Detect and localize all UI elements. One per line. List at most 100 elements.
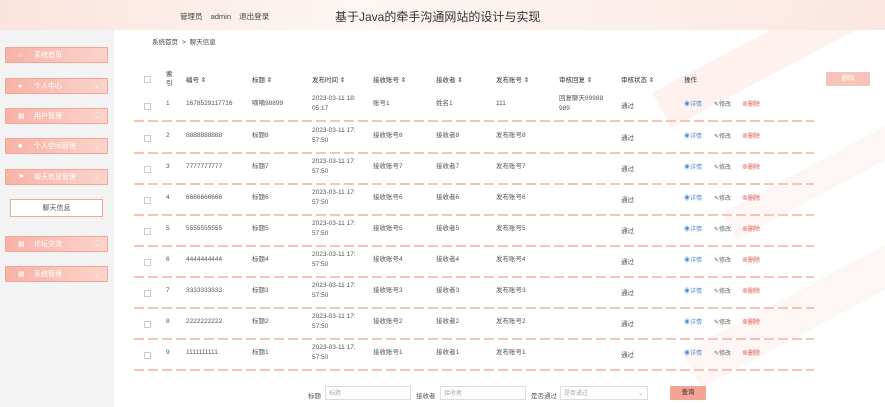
cell-title: 标题3 xyxy=(252,287,269,294)
sidebar-item-2[interactable]: ▦ 用户管理 ⌄ xyxy=(5,108,108,124)
delete-button[interactable]: ⊗删除 xyxy=(742,348,760,357)
detail-label: 详情 xyxy=(690,289,703,295)
row-checkbox[interactable] xyxy=(144,290,151,297)
breadcrumb-home[interactable]: 系统首页 xyxy=(152,39,178,46)
delete-button[interactable]: ⊗删除 xyxy=(742,286,760,295)
sidebar-subitem-chat-info[interactable]: 聊天信息 xyxy=(10,199,103,217)
column-header-3[interactable]: 发布时间 ⇕ xyxy=(312,74,345,84)
row-divider xyxy=(134,276,814,278)
sidebar-item-3[interactable]: ■ 个人空间管理 ⌄ xyxy=(5,138,108,154)
column-header-8[interactable]: 审核状态 ⇕ xyxy=(621,74,654,84)
row-checkbox[interactable] xyxy=(144,228,151,235)
cell-title: 标题1 xyxy=(252,349,269,356)
edit-button[interactable]: ✎修改 xyxy=(714,255,731,264)
detail-button[interactable]: ◉详情 xyxy=(684,224,702,233)
search-approve-value: 是否通过 xyxy=(564,391,589,397)
cell-status: 通过 xyxy=(621,166,634,173)
row-divider xyxy=(134,120,814,122)
row-checkbox[interactable] xyxy=(144,259,151,266)
cell-status: 通过 xyxy=(621,321,634,328)
sidebar-item-label: 论坛交流 xyxy=(34,241,62,248)
sidebar-item-5[interactable]: ▦ 论坛交流 ⌄ xyxy=(5,236,108,252)
cell-time: 05:17 xyxy=(312,105,329,112)
cell-time: 57:50 xyxy=(312,292,329,299)
cell-title: 标题8 xyxy=(252,132,269,139)
cell-time: 2023-03-11 17: xyxy=(312,251,356,258)
row-checkbox[interactable] xyxy=(144,352,151,359)
sidebar-item-0[interactable]: ⌂ 系统首页 xyxy=(5,47,108,63)
cell-code: 1678529117716 xyxy=(186,100,233,107)
column-header-2[interactable]: 标题 ⇕ xyxy=(252,74,272,84)
column-header-6[interactable]: 发布账号 ⇕ xyxy=(496,74,529,84)
cell-time: 57:50 xyxy=(312,230,329,237)
edit-label: 修改 xyxy=(719,165,732,171)
grid-icon: ▦ xyxy=(18,241,25,248)
logout-link[interactable]: 退出登录 xyxy=(239,12,269,21)
edit-button[interactable]: ✎修改 xyxy=(714,348,731,357)
row-checkbox[interactable] xyxy=(144,321,151,328)
edit-button[interactable]: ✎修改 xyxy=(714,193,731,202)
delete-button[interactable]: ⊗删除 xyxy=(742,224,760,233)
detail-button[interactable]: ◉详情 xyxy=(684,317,702,326)
detail-button[interactable]: ◉详情 xyxy=(684,255,702,264)
delete-label: 删除 xyxy=(748,134,761,140)
column-header-4[interactable]: 接收账号 ⇕ xyxy=(373,74,406,84)
column-header-7[interactable]: 审核回复 ⇕ xyxy=(559,74,592,84)
detail-button[interactable]: ◉详情 xyxy=(684,348,702,357)
search-approve-select[interactable]: 是否通过 ⌄ xyxy=(560,386,648,400)
delete-button[interactable]: ⊗删除 xyxy=(742,99,760,108)
row-checkbox[interactable] xyxy=(144,166,151,173)
delete-label: 删除 xyxy=(748,196,761,202)
delete-button[interactable]: ⊗删除 xyxy=(742,162,760,171)
chevron-down-icon: ⌄ xyxy=(93,272,99,278)
delete-button[interactable]: ⊗删除 xyxy=(742,193,760,202)
cell-time: 57:50 xyxy=(312,354,329,361)
column-header-1[interactable]: 编号 ⇕ xyxy=(186,74,206,84)
edit-button[interactable]: ✎修改 xyxy=(714,224,731,233)
sidebar-item-1[interactable]: ● 个人中心 ⌄ xyxy=(5,78,108,94)
cell-title: 标题2 xyxy=(252,318,269,325)
site-title: 基于Java的牵手沟通网站的设计与实现 xyxy=(335,10,541,24)
edit-button[interactable]: ✎修改 xyxy=(714,317,731,326)
edit-button[interactable]: ✎修改 xyxy=(714,286,731,295)
edit-label: 修改 xyxy=(719,196,732,202)
detail-button[interactable]: ◉详情 xyxy=(684,162,702,171)
square-icon: ■ xyxy=(18,143,23,150)
search-title-input[interactable]: 标题 xyxy=(325,386,411,400)
cell-time: 57:50 xyxy=(312,199,329,206)
edit-button[interactable]: ✎修改 xyxy=(714,162,731,171)
search-receiver-input[interactable]: 接收者 xyxy=(440,386,526,400)
sidebar-item-6[interactable]: ▦ 系统管理 ⌄ xyxy=(5,266,108,282)
cell-time: 2023-03-11 17: xyxy=(312,282,356,289)
edit-button[interactable]: ✎修改 xyxy=(714,99,731,108)
edit-label: 修改 xyxy=(719,258,732,264)
select-all-checkbox[interactable] xyxy=(144,76,151,83)
sidebar-item-4[interactable]: ⚑ 聊天信息管理 ⌄ xyxy=(5,169,108,185)
detail-button[interactable]: ◉详情 xyxy=(684,286,702,295)
detail-button[interactable]: ◉详情 xyxy=(684,193,702,202)
edit-button[interactable]: ✎修改 xyxy=(714,131,731,140)
row-checkbox[interactable] xyxy=(144,103,151,110)
search-button[interactable]: 查询 xyxy=(670,386,706,400)
detail-button[interactable]: ◉详情 xyxy=(684,99,702,108)
top-header: 管理员 admin 退出登录 基于Java的牵手沟通网站的设计与实现 xyxy=(0,0,885,30)
delete-button[interactable]: ⊗删除 xyxy=(742,131,760,140)
delete-label: 删除 xyxy=(748,165,761,171)
detail-button[interactable]: ◉详情 xyxy=(684,131,702,140)
sidebar-item-label: 用户管理 xyxy=(34,113,62,120)
search-title-label: 标题 xyxy=(308,393,321,400)
delete-button[interactable]: ⊗删除 xyxy=(742,255,760,264)
cell-time: 57:50 xyxy=(312,261,329,268)
detail-label: 详情 xyxy=(690,196,703,202)
cell-recv-account: 接收账号1 xyxy=(373,349,403,356)
cell-receiver: 接收者7 xyxy=(436,163,460,170)
cell-receiver: 接收者8 xyxy=(436,132,460,139)
cell-receiver: 接收者2 xyxy=(436,318,460,325)
batch-delete-button[interactable]: 删除 xyxy=(826,72,870,86)
delete-button[interactable]: ⊗删除 xyxy=(742,317,760,326)
cell-time: 2023-03-11 17: xyxy=(312,158,356,165)
row-checkbox[interactable] xyxy=(144,197,151,204)
column-header-5[interactable]: 接收者 ⇕ xyxy=(436,74,463,84)
cell-title: 标题6 xyxy=(252,194,269,201)
row-checkbox[interactable] xyxy=(144,135,151,142)
